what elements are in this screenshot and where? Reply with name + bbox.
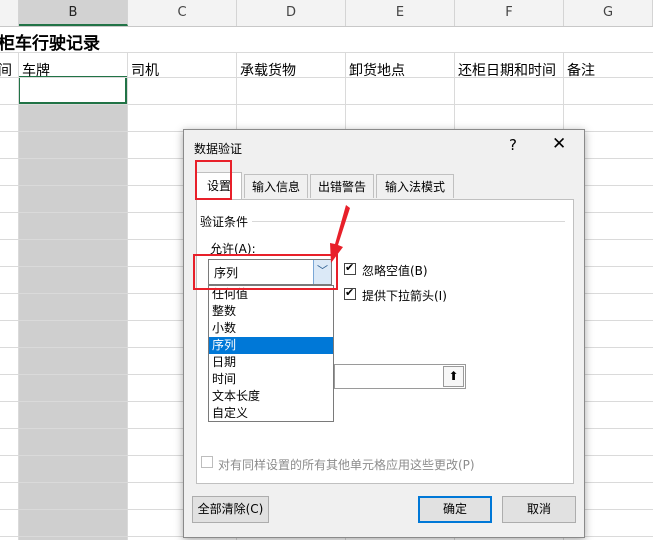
header-cell-notes[interactable]: 备注 bbox=[567, 60, 595, 80]
column-header-e[interactable]: E bbox=[346, 0, 455, 26]
option-list[interactable]: 序列 bbox=[209, 337, 333, 354]
header-cell-driver[interactable]: 司机 bbox=[131, 60, 159, 80]
source-input[interactable]: ⬆ bbox=[334, 364, 466, 389]
column-header-f[interactable]: F bbox=[455, 0, 564, 26]
option-decimal[interactable]: 小数 bbox=[209, 320, 333, 337]
annotation-arrow-icon bbox=[330, 205, 350, 263]
help-button[interactable]: ? bbox=[509, 136, 517, 154]
header-cell-return-time[interactable]: 还柜日期和时间 bbox=[458, 60, 556, 80]
apply-all-checkbox[interactable] bbox=[201, 456, 213, 468]
apply-all-label[interactable]: 对有同样设置的所有其他单元格应用这些更改(P) bbox=[218, 456, 475, 473]
dialog-title: 数据验证 bbox=[194, 142, 243, 156]
dropdown-arrow-label[interactable]: 提供下拉箭头(I) bbox=[362, 287, 447, 304]
option-text-length[interactable]: 文本长度 bbox=[209, 388, 333, 405]
cancel-button[interactable]: 取消 bbox=[502, 496, 576, 523]
option-custom[interactable]: 自定义 bbox=[209, 405, 333, 422]
column-header-g[interactable]: G bbox=[564, 0, 653, 26]
option-time[interactable]: 时间 bbox=[209, 371, 333, 388]
tab-error-alert[interactable]: 出错警告 bbox=[310, 174, 374, 198]
ignore-blank-label[interactable]: 忽略空值(B) bbox=[362, 262, 428, 279]
column-header-row: B C D E F G bbox=[0, 0, 653, 27]
check-icon: ✔ bbox=[345, 286, 355, 299]
validation-criteria-heading: 验证条件 bbox=[200, 215, 249, 229]
sheet-title[interactable]: 柜车行驶记录 bbox=[0, 29, 100, 54]
selected-column-fill bbox=[19, 79, 127, 540]
settings-tab-highlight bbox=[195, 160, 232, 200]
close-button[interactable]: ✕ bbox=[552, 134, 566, 154]
column-header-b[interactable]: B bbox=[19, 0, 128, 26]
column-header-c[interactable]: C bbox=[128, 0, 237, 26]
option-whole-number[interactable]: 整数 bbox=[209, 303, 333, 320]
header-cell-destination[interactable]: 卸货地点 bbox=[349, 60, 405, 80]
section-divider bbox=[252, 221, 565, 222]
clear-all-button[interactable]: 全部清除(C) bbox=[192, 496, 269, 523]
tab-ime-mode[interactable]: 输入法模式 bbox=[376, 174, 454, 198]
collapse-icon[interactable]: ⬆ bbox=[443, 366, 464, 387]
allow-options-list: 任何值 整数 小数 序列 日期 时间 文本长度 自定义 bbox=[208, 285, 334, 422]
column-header-a[interactable] bbox=[0, 0, 19, 26]
header-cell-cargo[interactable]: 承载货物 bbox=[240, 60, 296, 80]
ok-button[interactable]: 确定 bbox=[418, 496, 492, 523]
header-cell-time[interactable]: 间 bbox=[0, 60, 12, 80]
column-header-d[interactable]: D bbox=[237, 0, 346, 26]
dropdown-arrow-checkbox[interactable]: ✔ bbox=[344, 286, 356, 300]
header-cell-plate[interactable]: 车牌 bbox=[22, 60, 50, 80]
tab-input-message[interactable]: 输入信息 bbox=[244, 174, 308, 198]
active-cell[interactable] bbox=[18, 76, 127, 104]
option-date[interactable]: 日期 bbox=[209, 354, 333, 371]
